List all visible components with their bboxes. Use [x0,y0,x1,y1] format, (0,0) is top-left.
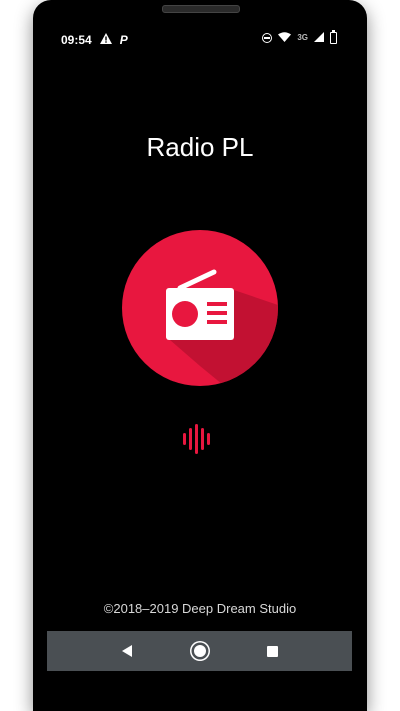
copyright-text: ©2018–2019 Deep Dream Studio [103,601,297,616]
home-circle-icon [194,645,206,657]
battery-icon [330,30,337,44]
recents-button[interactable] [252,631,292,671]
home-button[interactable] [180,631,220,671]
status-left: 09:54 P [61,33,128,46]
warning-triangle-icon [99,33,112,46]
back-triangle-icon [122,645,132,657]
status-bar: 09:54 P 3G [33,28,367,52]
parking-icon: P [119,32,128,47]
device-speaker [162,5,240,13]
back-button[interactable] [107,631,147,671]
cell-signal-icon [314,32,324,44]
radio-icon [122,230,278,386]
audio-wave-icon [181,422,217,456]
do-not-disturb-icon [262,33,273,43]
device-frame: 09:54 P 3G Radio PL ©2018–2019 Deep Drea… [33,0,367,711]
wifi-icon [278,32,292,44]
network-type-label: 3G [297,33,308,42]
radio-logo-button[interactable] [122,230,278,386]
status-time: 09:54 [61,32,92,47]
navigation-bar [47,631,352,671]
app-title: Radio PL [146,132,254,162]
recents-square-icon [266,645,278,657]
status-right: 3G [262,30,337,44]
